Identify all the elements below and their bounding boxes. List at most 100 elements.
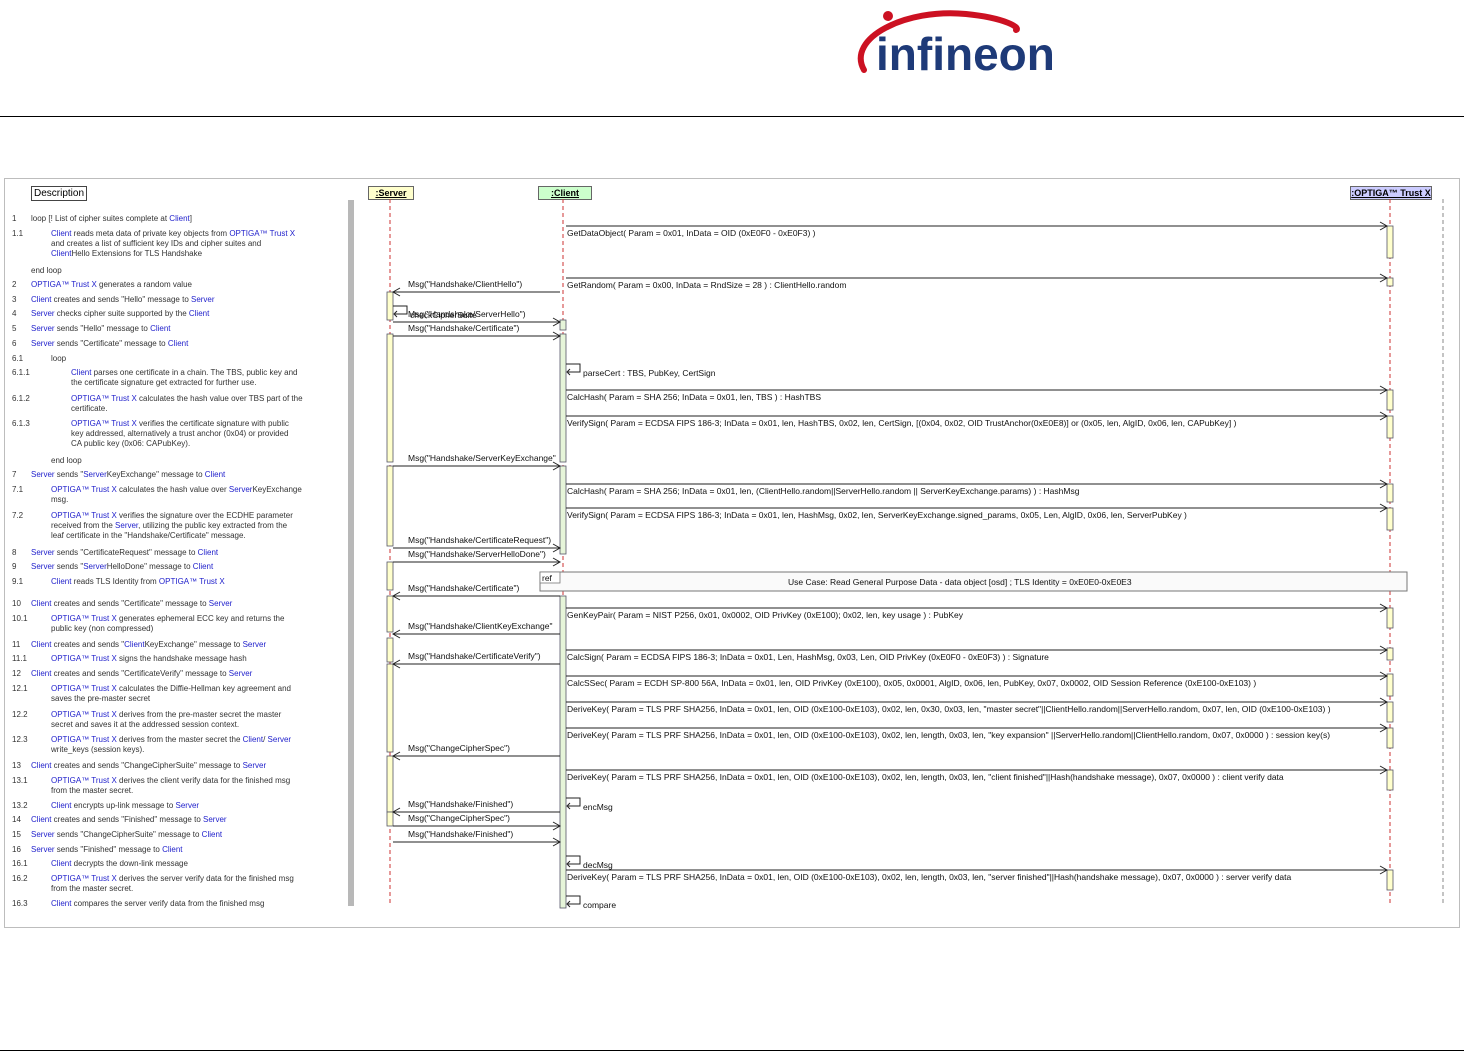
step-number: 13	[12, 761, 21, 770]
message-label: CalcHash( Param = SHA 256; InData = 0x01…	[567, 392, 822, 402]
step-number: 8	[12, 548, 17, 557]
message-label: compare	[583, 900, 617, 910]
step-number: 9.1	[12, 577, 24, 586]
message-label: Msg("Handshake/Certificate")	[408, 583, 520, 593]
message-label: Msg("Handshake/ServerKeyExchange"	[408, 453, 556, 463]
message-label: DeriveKey( Param = TLS PRF SHA256, InDat…	[567, 730, 1331, 740]
step-number: 14	[12, 815, 21, 824]
message-label: Msg("Handshake/Finished")	[408, 829, 514, 839]
step-number: 12.3	[12, 735, 28, 744]
step-number: 3	[12, 295, 17, 304]
step-text: loop	[51, 354, 67, 363]
step-text: Server sends "ServerHelloDone" message t…	[31, 562, 214, 571]
message-label: VerifySign( Param = ECDSA FIPS 186-3; In…	[567, 418, 1237, 428]
step-number: 6.1.3	[12, 419, 30, 428]
step-text: Client decrypts the down-link message	[51, 859, 188, 868]
step-number: 1.1	[12, 229, 24, 238]
step-number: 7	[12, 470, 17, 479]
lifeline-client-head: :Client	[538, 186, 592, 200]
step-number: 7.1	[12, 485, 24, 494]
step-text: OPTIGA™ Trust X calculates the Diffie-He…	[51, 684, 291, 703]
step-text: Server checks cipher suite supported by …	[31, 309, 210, 318]
message-label: GetDataObject( Param = 0x01, InData = OI…	[567, 228, 816, 238]
step-number: 10	[12, 599, 21, 608]
step-number: 13.2	[12, 801, 28, 810]
message-label: CalcSign( Param = ECDSA FIPS 186-3; InDa…	[567, 652, 1049, 662]
ref-tag: ref	[542, 573, 552, 583]
step-text: OPTIGA™ Trust X calculates the hash valu…	[51, 485, 302, 504]
step-text: Client creates and sends "Hello" message…	[31, 295, 215, 304]
step-number: 6.1	[12, 354, 24, 363]
message-label: CalcSSec( Param = ECDH SP-800 56A, InDat…	[567, 678, 1257, 688]
message-label: Msg("ChangeCipherSpec")	[408, 743, 510, 753]
message-label: Msg("ChangeCipherSpec")	[408, 813, 510, 823]
message-label: parseCert : TBS, PubKey, CertSign	[583, 368, 716, 378]
step-number: 15	[12, 830, 21, 839]
step-text: Server sends "ServerKeyExchange" message…	[31, 470, 226, 479]
step-text: Client creates and sends "CertificateVer…	[31, 669, 253, 678]
step-text: Server sends "ChangeCipherSuite" message…	[31, 830, 223, 839]
step-text: OPTIGA™ Trust X verifies the certificate…	[71, 419, 289, 448]
step-text: OPTIGA™ Trust X derives the client verif…	[51, 776, 291, 795]
message-label: Msg("Handshake/ServerHelloDone")	[408, 549, 546, 559]
step-text: Client encrypts up-link message to Serve…	[51, 801, 200, 810]
step-text: Client parses one certificate in a chain…	[71, 368, 298, 387]
message-label: encMsg	[583, 802, 613, 812]
step-text: OPTIGA™ Trust X verifies the signature o…	[51, 511, 293, 540]
step-number: 12.1	[12, 684, 28, 693]
step-number: 10.1	[12, 614, 28, 623]
message-label: DeriveKey( Param = TLS PRF SHA256, InDat…	[567, 872, 1292, 882]
step-text: OPTIGA™ Trust X calculates the hash valu…	[71, 394, 303, 413]
step-text: end loop	[51, 456, 82, 465]
message-label: Msg("Handshake/CertificateVerify")	[408, 651, 541, 661]
message-label: GetRandom( Param = 0x00, InData = RndSiz…	[567, 280, 847, 290]
description-header: Description	[31, 186, 88, 201]
step-text: Client creates and sends "Certificate" m…	[31, 599, 233, 608]
step-number: 13.1	[12, 776, 28, 785]
step-number: 12.2	[12, 710, 28, 719]
step-text: Client creates and sends "Finished" mess…	[31, 815, 227, 824]
step-text: Server sends "CertificateRequest" messag…	[31, 548, 219, 557]
step-number: 6	[12, 339, 17, 348]
message-label: Msg("Handshake/ServerHello")	[408, 309, 526, 319]
step-number: 16.3	[12, 899, 28, 908]
infineon-logo: infineon	[846, 8, 1056, 92]
step-text: OPTIGA™ Trust X derives from the pre-mas…	[51, 710, 282, 729]
step-text: OPTIGA™ Trust X derives from the master …	[51, 735, 292, 754]
message-label: CalcHash( Param = SHA 256; InData = 0x01…	[567, 486, 1080, 496]
step-number: 11	[12, 640, 21, 649]
step-number: 6.1.1	[12, 368, 30, 377]
step-text: OPTIGA™ Trust X generates ephemeral ECC …	[51, 614, 285, 633]
step-number: 16	[12, 845, 21, 854]
step-number: 4	[12, 309, 17, 318]
step-text: Client creates and sends "ClientKeyExcha…	[31, 640, 267, 649]
step-text: OPTIGA™ Trust X derives the server verif…	[51, 874, 294, 893]
step-text: Client creates and sends "ChangeCipherSu…	[31, 761, 267, 770]
step-number: 11.1	[12, 654, 27, 663]
ref-label: Use Case: Read General Purpose Data - da…	[788, 577, 1132, 587]
message-label: Msg("Handshake/CertificateRequest")	[408, 535, 552, 545]
message-label: decMsg	[583, 860, 613, 870]
step-text: Client reads TLS Identity from OPTIGA™ T…	[51, 577, 225, 586]
message-label: VerifySign( Param = ECDSA FIPS 186-3; In…	[567, 510, 1187, 520]
lifeline-server-head: :Server	[368, 186, 414, 200]
step-number: 7.2	[12, 511, 24, 520]
step-number: 6.1.2	[12, 394, 30, 403]
step-text: loop [! List of cipher suites complete a…	[31, 214, 192, 223]
message-label: Msg("Handshake/ClientHello")	[408, 279, 523, 289]
step-text: Server sends "Finished" message to Clien…	[31, 845, 183, 854]
step-text: Server sends "Hello" message to Client	[31, 324, 171, 333]
message-label: DeriveKey( Param = TLS PRF SHA256, InDat…	[567, 772, 1284, 782]
step-number: 16.1	[12, 859, 28, 868]
step-number: 5	[12, 324, 17, 333]
step-text: Server sends "Certificate" message to Cl…	[31, 339, 189, 348]
step-text: OPTIGA™ Trust X generates a random value	[31, 280, 192, 289]
message-label: Msg("Handshake/ClientKeyExchange"	[408, 621, 553, 631]
logo-text: infineon	[876, 28, 1055, 80]
step-number: 16.2	[12, 874, 28, 883]
message-label: Msg("Handshake/Certificate")	[408, 323, 520, 333]
message-label: GenKeyPair( Param = NIST P256, 0x01, 0x0…	[567, 610, 964, 620]
description-scrollbar[interactable]	[348, 200, 354, 906]
lifeline-optiga-head: :OPTIGA™ Trust X	[1350, 186, 1432, 200]
step-text: Client compares the server verify data f…	[51, 899, 265, 908]
